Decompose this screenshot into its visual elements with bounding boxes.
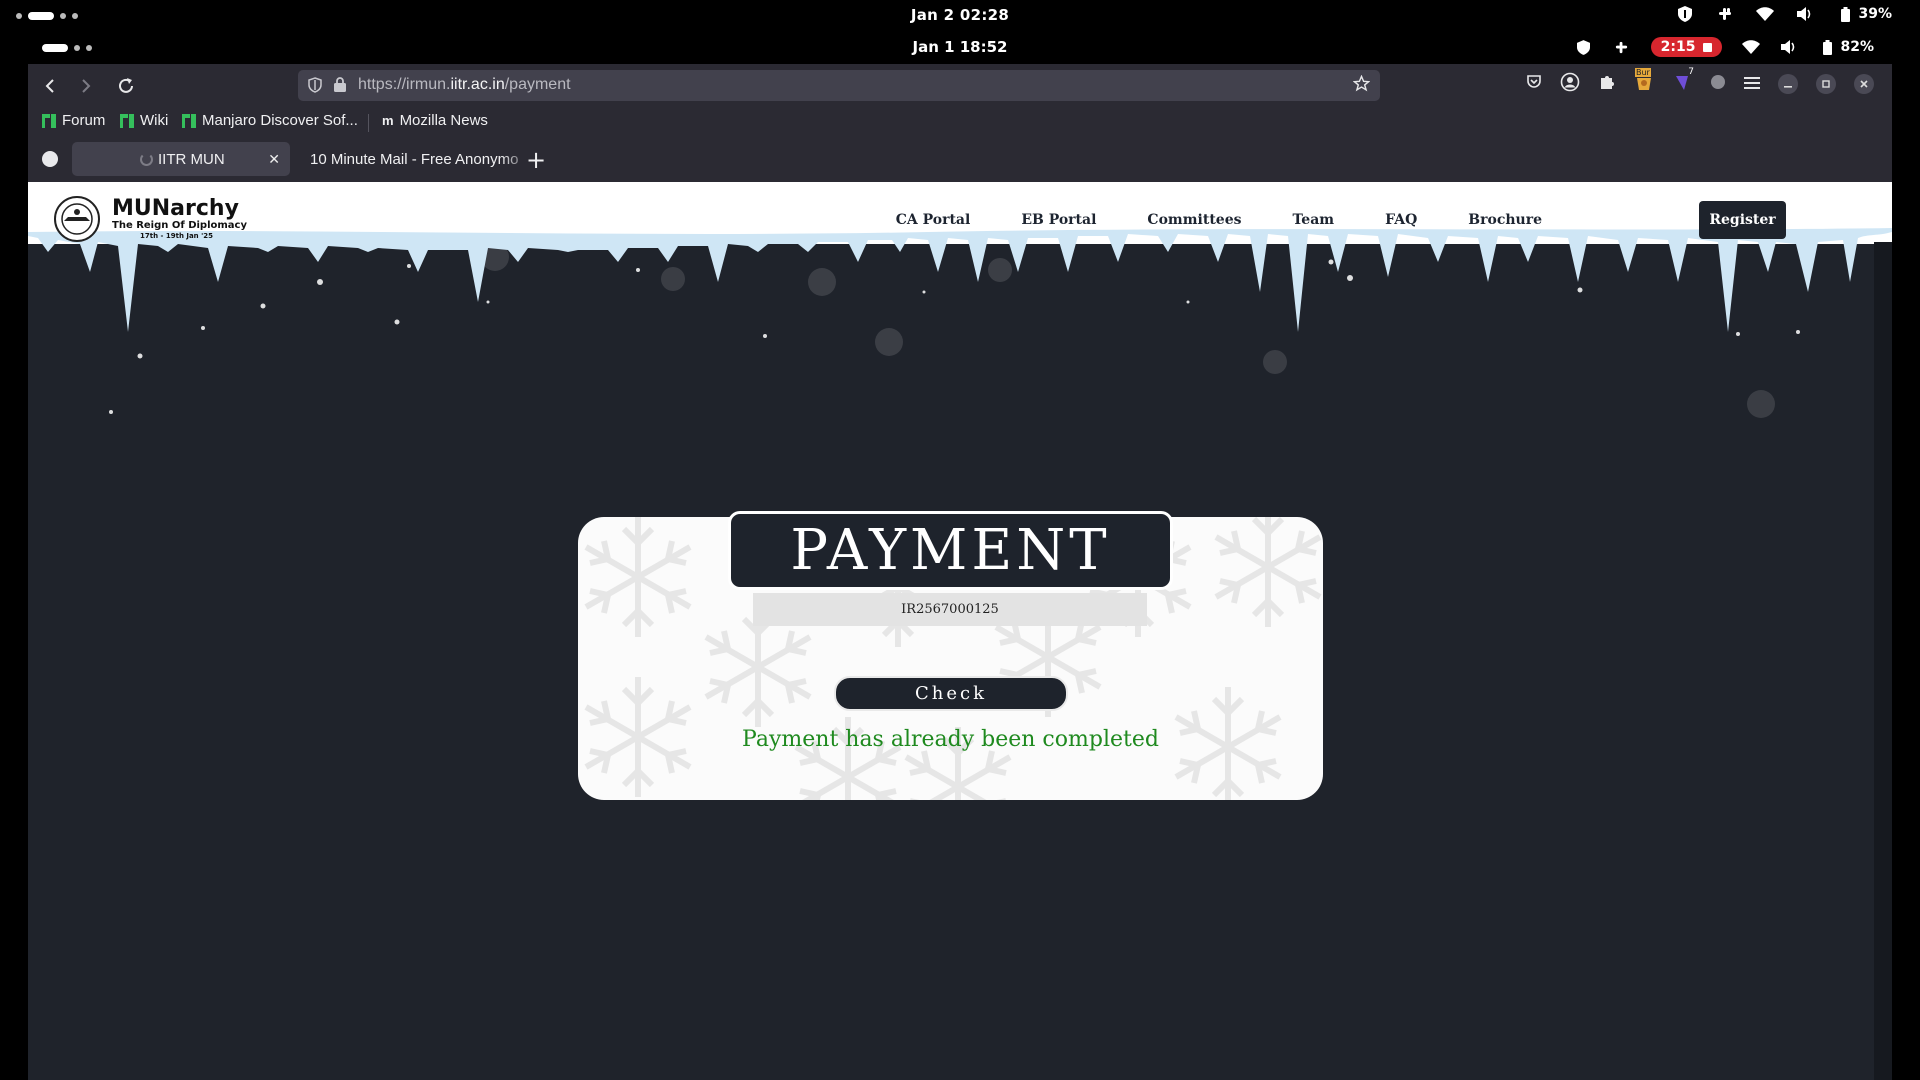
munarchy-seal-icon	[54, 196, 100, 242]
manjaro-icon	[120, 113, 134, 128]
bookmark-mozilla-news[interactable]: m Mozilla News	[382, 112, 488, 129]
os-clock[interactable]: Jan 2 02:28	[0, 6, 1920, 24]
navigation-toolbar: https://irmun.iitr.ac.in/payment Bur 7	[28, 64, 1892, 106]
payment-title: PAYMENT	[728, 511, 1173, 590]
tab-iitr-mun[interactable]: IITR MUN ✕	[72, 142, 290, 176]
screen-recording-indicator[interactable]: 2:15	[1650, 37, 1723, 57]
reload-icon	[119, 78, 133, 93]
url-text: https://irmun.iitr.ac.in/payment	[358, 76, 571, 93]
minimize-button[interactable]	[1778, 74, 1798, 94]
logo-title: MUNarchy	[112, 196, 239, 221]
bookmark-wiki[interactable]: Wiki	[120, 112, 168, 129]
new-tab-button[interactable]: +	[526, 146, 546, 174]
shield-icon	[1575, 38, 1593, 56]
tab-strip: IITR MUN ✕ 10 Minute Mail - Free Anonymo…	[28, 138, 1892, 180]
close-window-button[interactable]	[1854, 74, 1874, 94]
wifi-icon	[1756, 5, 1775, 23]
icicles-decoration	[28, 222, 1892, 332]
maximize-button[interactable]	[1816, 74, 1836, 94]
purple-extension-icon[interactable]: 7	[1672, 67, 1694, 96]
account-icon[interactable]	[1560, 72, 1580, 96]
close-tab-icon[interactable]: ✕	[268, 151, 280, 168]
lock-icon[interactable]	[334, 77, 346, 96]
recording-time: 2:15	[1660, 39, 1696, 55]
bookmark-forum[interactable]: Forum	[42, 112, 105, 129]
extension-badge: Bur	[1635, 68, 1651, 77]
bookmarks-toolbar: Forum Wiki Manjaro Discover Sof... m Moz…	[28, 106, 1892, 138]
pocket-icon[interactable]	[1526, 74, 1542, 94]
nav-brochure[interactable]: Brochure	[1468, 212, 1542, 228]
payment-status-message: Payment has already been completed	[742, 727, 1159, 752]
nav-ca-portal[interactable]: CA Portal	[896, 212, 971, 228]
slack-icon	[1716, 5, 1734, 23]
manjaro-icon	[42, 113, 56, 128]
battery-percentage: 39%	[1858, 6, 1892, 22]
extensions-icon[interactable]	[1598, 73, 1616, 95]
nav-committees[interactable]: Committees	[1147, 212, 1241, 228]
logo-subtitle: The Reign Of Diplomacy	[112, 220, 248, 231]
site-nav: CA Portal EB Portal Committees Team FAQ …	[896, 212, 1542, 228]
manjaro-icon	[182, 113, 196, 128]
slack-icon	[1613, 38, 1631, 56]
volume-icon	[1780, 38, 1798, 56]
firefox-view-icon[interactable]	[42, 151, 58, 167]
inner-status-bar: Jan 1 18:52 2:15 82%	[28, 32, 1892, 64]
bookmark-star-icon[interactable]	[1352, 74, 1371, 96]
globe-extension-icon[interactable]	[1710, 74, 1726, 94]
tracking-protection-icon[interactable]	[308, 77, 322, 97]
battery-icon	[1836, 5, 1854, 23]
wifi-icon	[1742, 38, 1761, 56]
register-button[interactable]: Register	[1699, 201, 1786, 239]
nav-faq[interactable]: FAQ	[1385, 212, 1417, 228]
page-viewport: MUNarchy The Reign Of Diplomacy 17th - 1…	[28, 182, 1892, 1080]
volume-icon	[1796, 5, 1814, 23]
browser-window: https://irmun.iitr.ac.in/payment Bur 7 F…	[28, 64, 1892, 1080]
tab-10-minute-mail[interactable]: 10 Minute Mail - Free Anonymous	[310, 142, 518, 176]
maximize-icon	[1822, 80, 1830, 88]
back-button[interactable]	[36, 72, 64, 100]
stop-icon	[1703, 42, 1713, 52]
nav-eb-portal[interactable]: EB Portal	[1021, 212, 1096, 228]
logo-dates: 17th - 19th Jan '25	[140, 232, 213, 240]
payment-reference-input[interactable]	[753, 593, 1147, 626]
address-bar[interactable]: https://irmun.iitr.ac.in/payment	[298, 70, 1380, 101]
minimize-icon	[1784, 86, 1792, 88]
menu-icon[interactable]	[1744, 75, 1760, 94]
battery-percentage: 82%	[1840, 39, 1874, 55]
close-icon	[1860, 80, 1868, 88]
forward-button[interactable]	[72, 72, 100, 100]
bookmark-separator	[368, 114, 369, 132]
mozilla-icon: m	[382, 113, 394, 128]
site-logo[interactable]: MUNarchy The Reign Of Diplomacy 17th - 1…	[48, 195, 247, 243]
shield-icon	[1676, 5, 1694, 23]
reload-button[interactable]	[112, 72, 140, 100]
bookmark-manjaro-discover[interactable]: Manjaro Discover Sof...	[182, 112, 358, 129]
burp-extension-icon[interactable]: Bur	[1634, 68, 1654, 96]
os-status-bar: Jan 2 02:28 39%	[0, 0, 1920, 32]
nav-team[interactable]: Team	[1292, 212, 1334, 228]
extension-count-badge: 7	[1688, 67, 1694, 77]
check-button[interactable]: Check	[834, 676, 1068, 711]
loading-spinner-icon	[140, 153, 153, 166]
forward-arrow-icon	[82, 79, 91, 93]
page-scrollbar[interactable]	[1874, 242, 1892, 1080]
battery-icon	[1818, 38, 1836, 56]
back-arrow-icon	[45, 79, 54, 93]
